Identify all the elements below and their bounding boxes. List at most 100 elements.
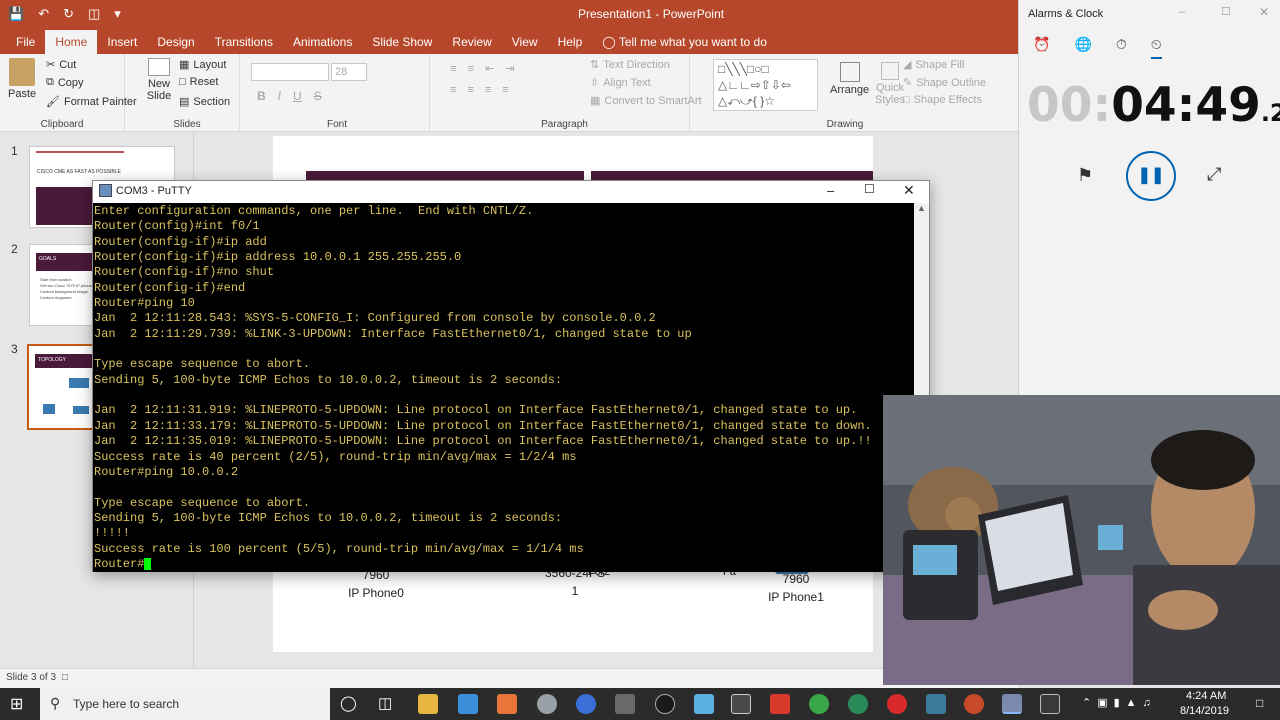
text-direction-button[interactable]: ⇅ Text Direction bbox=[590, 58, 670, 72]
close-icon[interactable]: ✕ bbox=[1259, 5, 1269, 19]
putty-title-bar[interactable]: COM3 - PuTTY – ☐ ✕ bbox=[93, 181, 929, 202]
spellcheck-icon[interactable]: □ bbox=[62, 672, 68, 683]
text-direction-label: Text Direction bbox=[603, 58, 670, 71]
tab-animations[interactable]: Animations bbox=[283, 30, 362, 54]
taskbar-date[interactable]: 8/14/2019 bbox=[1180, 705, 1229, 717]
app-icon[interactable] bbox=[926, 694, 946, 714]
scroll-up-icon[interactable]: ▲ bbox=[917, 203, 926, 213]
ppt-status-bar: Slide 3 of 3 □ bbox=[0, 668, 1018, 688]
terminal-line: Router(config-if)#ip add bbox=[94, 234, 267, 249]
quick-styles-button[interactable]: Quick Styles bbox=[873, 62, 907, 106]
tab-view[interactable]: View bbox=[502, 30, 548, 54]
putty-taskbar-icon[interactable] bbox=[1002, 694, 1022, 714]
windows-start-icon[interactable]: ⊞ bbox=[10, 694, 23, 714]
quick-styles-icon bbox=[881, 62, 899, 80]
save-icon[interactable]: 💾 bbox=[8, 6, 24, 22]
underline-button[interactable]: U bbox=[293, 89, 302, 103]
format-painter-button[interactable]: 🖌 Format Painter bbox=[46, 95, 137, 109]
new-slide-button[interactable]: New Slide bbox=[141, 58, 177, 102]
tell-me-search[interactable]: ◯ Tell me what you want to do bbox=[592, 30, 777, 54]
arrange-button[interactable]: Arrange bbox=[830, 62, 869, 96]
search-placeholder: Type here to search bbox=[73, 697, 180, 711]
tab-transitions[interactable]: Transitions bbox=[205, 30, 283, 54]
stopwatch-minutes-seconds: 04:49 bbox=[1111, 78, 1261, 133]
shape-effects-button[interactable]: □ Shape Effects bbox=[903, 94, 982, 106]
minimize-icon[interactable]: – bbox=[1179, 6, 1185, 18]
close-icon[interactable]: ✕ bbox=[903, 182, 915, 199]
copy-button[interactable]: ⧉ Copy bbox=[46, 76, 84, 89]
redo-icon[interactable]: ↻ bbox=[63, 6, 74, 22]
strikethrough-button[interactable]: S bbox=[314, 89, 322, 103]
alarm-icon[interactable]: ⏰ bbox=[1033, 36, 1050, 59]
file-explorer-icon[interactable] bbox=[418, 694, 438, 714]
paste-button[interactable]: Paste bbox=[8, 58, 36, 100]
terminal-line: Sending 5, 100-byte ICMP Echos to 10.0.0… bbox=[94, 372, 563, 387]
browser-icon[interactable] bbox=[576, 694, 596, 714]
slides-group: New Slide ▦ Layout □ Reset ▤ Section Slides bbox=[135, 54, 240, 132]
expand-icon[interactable]: ⤢ bbox=[1207, 164, 1221, 185]
list-buttons[interactable]: ≡ ≡ ⇤ ⇥ bbox=[450, 62, 518, 75]
app-icon[interactable] bbox=[537, 694, 557, 714]
cut-button[interactable]: ✂ Cut bbox=[46, 58, 76, 72]
app-icon[interactable] bbox=[731, 694, 751, 714]
align-text-button[interactable]: ⇳ Align Text bbox=[590, 76, 651, 90]
system-tray-icons[interactable]: ⌃▣▮▲♫ bbox=[1082, 696, 1157, 709]
present-icon[interactable]: ◫ bbox=[88, 6, 100, 22]
stopwatch-fraction: .24 bbox=[1260, 99, 1280, 127]
convert-smartart-button[interactable]: ▦ Convert to SmartArt bbox=[590, 94, 702, 108]
shape-fill-button[interactable]: ◢ Shape Fill bbox=[903, 58, 964, 72]
minimize-icon[interactable]: – bbox=[827, 183, 834, 198]
font-size-field[interactable]: 28 bbox=[331, 63, 367, 81]
italic-button[interactable]: I bbox=[278, 89, 281, 103]
font-name-field[interactable] bbox=[251, 63, 329, 81]
tab-design[interactable]: Design bbox=[147, 30, 204, 54]
stopwatch-icon[interactable]: ⏲ bbox=[1150, 36, 1162, 59]
app-icon[interactable] bbox=[770, 694, 790, 714]
maximize-icon[interactable]: ☐ bbox=[864, 182, 875, 196]
quick-access-toolbar: 💾 ↶ ↻ ◫ ▾ bbox=[8, 6, 121, 22]
app-icon[interactable] bbox=[848, 694, 868, 714]
thumb-router-icon bbox=[69, 378, 89, 388]
alarms-taskbar-icon[interactable] bbox=[1040, 694, 1060, 714]
layout-button[interactable]: ▦ Layout bbox=[179, 58, 226, 72]
shape-outline-button[interactable]: ✎ Shape Outline bbox=[903, 76, 986, 90]
notification-icon[interactable]: □ bbox=[1256, 696, 1263, 710]
tab-insert[interactable]: Insert bbox=[97, 30, 147, 54]
app-icon[interactable] bbox=[655, 694, 675, 714]
calculator-icon[interactable] bbox=[615, 694, 635, 714]
bold-button[interactable]: B bbox=[257, 89, 266, 103]
app-icon[interactable] bbox=[497, 694, 517, 714]
pause-button[interactable]: ❚❚ bbox=[1126, 151, 1176, 201]
tab-home[interactable]: Home bbox=[45, 30, 98, 54]
world-clock-icon[interactable]: 🌐 bbox=[1074, 36, 1091, 59]
tab-file[interactable]: File bbox=[6, 30, 45, 54]
section-button[interactable]: ▤ Section bbox=[179, 95, 230, 109]
taskbar-search-box[interactable]: ⚲ Type here to search bbox=[40, 688, 330, 720]
app-icon[interactable] bbox=[458, 694, 478, 714]
taskbar-time[interactable]: 4:24 AM bbox=[1186, 690, 1226, 702]
terminal-line: Success rate is 100 percent (5/5), round… bbox=[94, 541, 584, 556]
app-icon[interactable] bbox=[694, 694, 714, 714]
reset-button[interactable]: □ Reset bbox=[179, 76, 218, 88]
tab-review[interactable]: Review bbox=[442, 30, 501, 54]
terminal-line: Jan 2 12:11:28.543: %SYS-5-CONFIG_I: Con… bbox=[94, 311, 656, 326]
maximize-icon[interactable]: ☐ bbox=[1221, 5, 1231, 18]
opera-icon[interactable] bbox=[887, 694, 907, 714]
cortana-icon[interactable]: ◯ bbox=[340, 694, 357, 712]
undo-icon[interactable]: ↶ bbox=[38, 6, 49, 22]
convert-smartart-label: Convert to SmartArt bbox=[604, 94, 702, 107]
shapes-gallery[interactable]: □╲╲╲□○□ △∟∟⇨⇧⇩⇦ △⤺⤻{ }☆ bbox=[713, 59, 818, 111]
timer-icon[interactable]: ⏱ bbox=[1116, 36, 1127, 59]
tab-slide-show[interactable]: Slide Show bbox=[362, 30, 442, 54]
chrome-icon[interactable] bbox=[809, 694, 829, 714]
flag-lap-icon[interactable]: ⚑ bbox=[1077, 165, 1093, 186]
powerpoint-icon[interactable] bbox=[964, 694, 984, 714]
arrange-label: Arrange bbox=[830, 84, 870, 96]
terminal-output[interactable]: Enter configuration commands, one per li… bbox=[93, 203, 915, 572]
customize-icon[interactable]: ▾ bbox=[114, 6, 121, 22]
tab-help[interactable]: Help bbox=[548, 30, 593, 54]
windows-taskbar: ⊞ ⚲ Type here to search ◯ ◫ ⌃▣▮▲♫ 4:24 A… bbox=[0, 688, 1280, 720]
device-name: IP Phone1 bbox=[768, 590, 824, 604]
align-buttons[interactable]: ≡ ≡ ≡ ≡ bbox=[450, 84, 513, 96]
task-view-icon[interactable]: ◫ bbox=[378, 694, 392, 712]
